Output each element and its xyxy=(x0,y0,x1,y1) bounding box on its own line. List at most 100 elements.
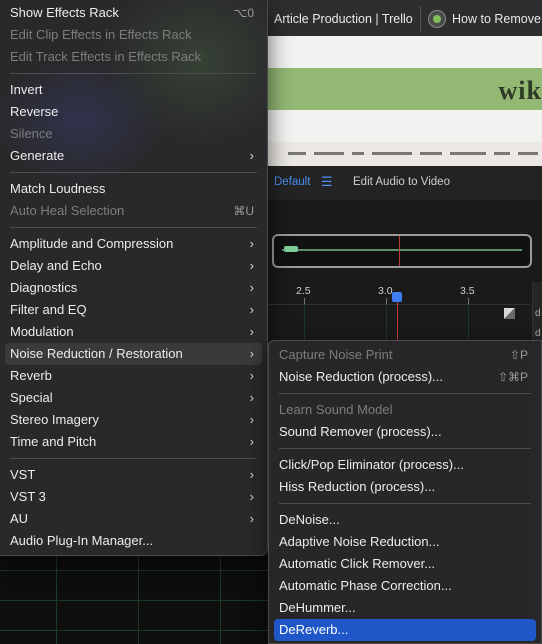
menu-item-label: Modulation xyxy=(10,324,74,339)
overview-playhead xyxy=(399,236,400,266)
menu-separator xyxy=(10,457,257,459)
menu-item-shortcut: ⌘U xyxy=(233,204,254,218)
menu-item-delay-and-echo[interactable]: Delay and Echo › xyxy=(5,255,262,277)
menu-item-click-pop-eliminator-process[interactable]: Click/Pop Eliminator (process)... xyxy=(274,454,536,476)
browser-tab-label: Article Production | Trello xyxy=(274,12,413,26)
menu-item-label: Time and Pitch xyxy=(10,434,97,449)
menu-item-label: Sound Remover (process)... xyxy=(279,424,442,439)
menu-item-label: Click/Pop Eliminator (process)... xyxy=(279,457,464,472)
menu-item-time-and-pitch[interactable]: Time and Pitch › xyxy=(5,431,262,453)
menu-item-dehummer[interactable]: DeHummer... xyxy=(274,597,536,619)
menu-item-vst-3[interactable]: VST 3 › xyxy=(5,486,262,508)
chevron-right-icon: › xyxy=(249,148,254,163)
browser-tab-how-to[interactable]: How to Remove xyxy=(428,6,542,32)
hamburger-icon[interactable]: ☰ xyxy=(321,174,333,190)
spectral-grid xyxy=(0,556,268,644)
chevron-right-icon: › xyxy=(249,467,254,482)
ruler-label: d xyxy=(535,328,541,339)
menu-item-label: Noise Reduction (process)... xyxy=(279,369,444,384)
menu-item-auto-heal-selection: Auto Heal Selection ⌘U xyxy=(5,200,262,222)
chevron-right-icon: › xyxy=(249,302,254,317)
menu-item-label: Match Loudness xyxy=(10,181,106,196)
menu-item-label: Show Effects Rack xyxy=(10,5,119,20)
menu-item-automatic-phase-correction[interactable]: Automatic Phase Correction... xyxy=(274,575,536,597)
menu-item-label: Automatic Click Remover... xyxy=(279,556,436,571)
menu-item-match-loudness[interactable]: Match Loudness xyxy=(5,178,262,200)
effects-menu: Show Effects Rack ⌥0 Edit Clip Effects in … xyxy=(0,0,268,556)
menu-item-adaptive-noise-reduction[interactable]: Adaptive Noise Reduction... xyxy=(274,531,536,553)
menu-item-label: Delay and Echo xyxy=(10,258,102,273)
chevron-right-icon: › xyxy=(249,346,254,361)
menu-item-reverse[interactable]: Reverse xyxy=(5,101,262,123)
ruler-tick-label: 3.0 xyxy=(378,285,393,297)
browser-tab-bar: Article Production | Trello How to Remov… xyxy=(268,0,542,37)
grid-line xyxy=(304,304,305,344)
menu-item-label: DeHummer... xyxy=(279,600,356,615)
menu-item-label: Learn Sound Model xyxy=(279,402,393,417)
menu-separator xyxy=(279,502,531,504)
menu-item-amplitude-and-compression[interactable]: Amplitude and Compression › xyxy=(5,233,262,255)
menu-separator xyxy=(279,447,531,449)
menu-item-label: Capture Noise Print xyxy=(279,347,393,362)
menu-item-label: Reverse xyxy=(10,104,59,119)
menu-item-invert[interactable]: Invert xyxy=(5,79,262,101)
menu-item-label: Edit Track Effects in Effects Rack xyxy=(10,49,201,64)
menu-item-au[interactable]: AU › xyxy=(5,508,262,530)
menu-item-silence: Silence xyxy=(5,123,262,145)
web-page: wik xyxy=(268,36,542,166)
workspace-edit-audio-to-video[interactable]: Edit Audio to Video xyxy=(353,176,450,188)
menu-item-show-effects-rack[interactable]: Show Effects Rack ⌥0 xyxy=(5,2,262,24)
menu-item-denoise[interactable]: DeNoise... xyxy=(274,509,536,531)
menu-item-noise-reduction-restoration[interactable]: Noise Reduction / Restoration › xyxy=(5,343,262,365)
overview-waveform xyxy=(282,249,522,251)
workspace-default[interactable]: Default xyxy=(274,176,310,188)
ruler-tick-label: 3.5 xyxy=(460,285,475,297)
zoom-toggle-icon[interactable] xyxy=(504,308,515,319)
playhead-handle[interactable] xyxy=(392,292,402,302)
menu-separator xyxy=(279,392,531,394)
menu-item-label: Filter and EQ xyxy=(10,302,87,317)
menu-item-label: VST xyxy=(10,467,36,482)
menu-item-edit-track-effects-in-effects-rack: Edit Track Effects in Effects Rack xyxy=(5,46,262,68)
site-logo: wik xyxy=(498,76,542,105)
menu-item-label: Invert xyxy=(10,82,43,97)
menu-item-filter-and-eq[interactable]: Filter and EQ › xyxy=(5,299,262,321)
menu-item-hiss-reduction-process[interactable]: Hiss Reduction (process)... xyxy=(274,476,536,498)
page-text-strip xyxy=(268,142,542,166)
browser-tab-label: How to Remove xyxy=(452,12,541,26)
menu-item-automatic-click-remover[interactable]: Automatic Click Remover... xyxy=(274,553,536,575)
menu-item-noise-reduction-process[interactable]: Noise Reduction (process)... ⇧⌘P xyxy=(274,366,536,388)
menu-item-audio-plug-in-manager[interactable]: Audio Plug-In Manager... xyxy=(5,530,262,552)
ruler-tick-label: 2.5 xyxy=(296,285,311,297)
chevron-right-icon: › xyxy=(249,324,254,339)
menu-item-stereo-imagery[interactable]: Stereo Imagery › xyxy=(5,409,262,431)
chevron-right-icon: › xyxy=(249,489,254,504)
menu-item-diagnostics[interactable]: Diagnostics › xyxy=(5,277,262,299)
menu-item-label: DeNoise... xyxy=(279,512,340,527)
menu-item-label: Noise Reduction / Restoration xyxy=(10,346,183,361)
menu-item-special[interactable]: Special › xyxy=(5,387,262,409)
menu-item-label: AU xyxy=(10,511,29,526)
menu-separator xyxy=(10,226,257,228)
menu-item-label: Amplitude and Compression xyxy=(10,236,174,251)
menu-item-vst[interactable]: VST › xyxy=(5,464,262,486)
menu-item-label: Automatic Phase Correction... xyxy=(279,578,452,593)
menu-item-shortcut: ⇧P xyxy=(509,348,528,362)
menu-item-dereverb[interactable]: DeReverb... xyxy=(274,619,536,641)
site-banner: wik xyxy=(268,68,542,110)
chevron-right-icon: › xyxy=(249,511,254,526)
menu-item-reverb[interactable]: Reverb › xyxy=(5,365,262,387)
chevron-right-icon: › xyxy=(249,280,254,295)
menu-item-generate[interactable]: Generate › xyxy=(5,145,262,167)
menu-item-label: Generate xyxy=(10,148,65,163)
browser-tab-trello[interactable]: Article Production | Trello xyxy=(274,6,421,32)
menu-item-label: Edit Clip Effects in Effects Rack xyxy=(10,27,192,42)
ruler-label: d xyxy=(535,308,541,319)
menu-item-modulation[interactable]: Modulation › xyxy=(5,321,262,343)
menu-item-label: Reverb xyxy=(10,368,52,383)
waveform-overview[interactable] xyxy=(272,234,532,268)
menu-item-label: Diagnostics xyxy=(10,280,78,295)
chevron-right-icon: › xyxy=(249,434,254,449)
menu-item-sound-remover-process[interactable]: Sound Remover (process)... xyxy=(274,421,536,443)
chevron-right-icon: › xyxy=(249,412,254,427)
